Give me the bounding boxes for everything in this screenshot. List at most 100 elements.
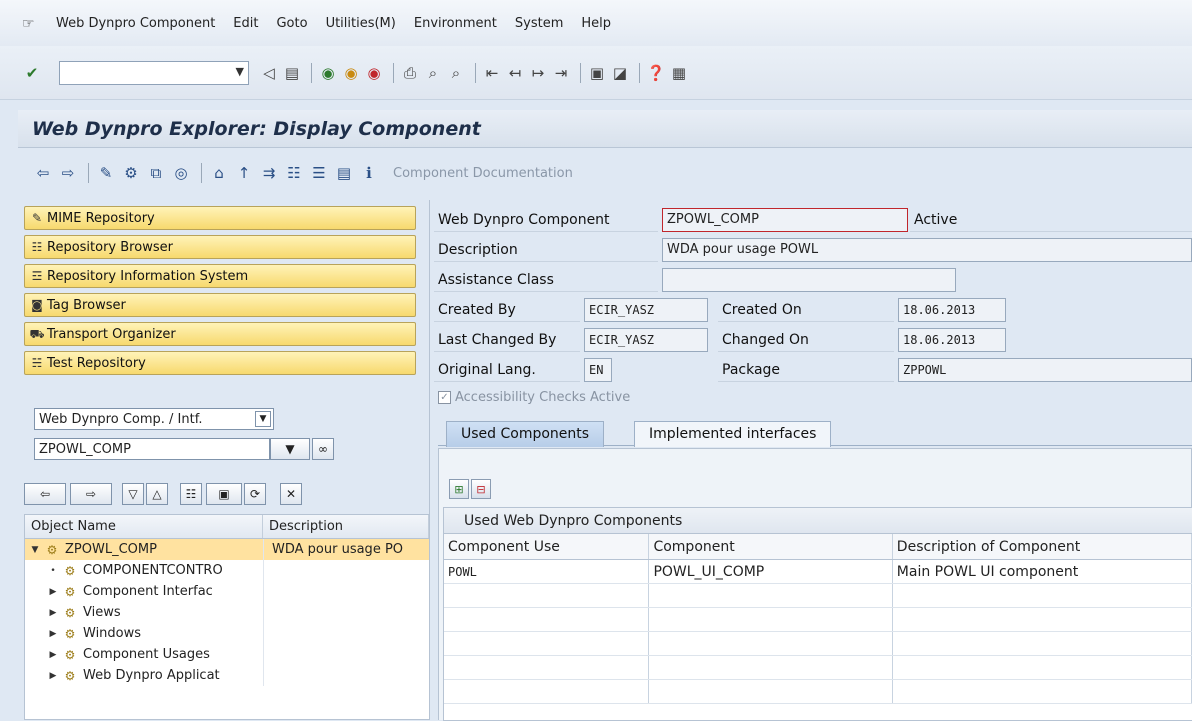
tree-row[interactable]: ▶ ⚙ Windows [25,623,429,644]
pin-icon[interactable]: ↑ [233,162,255,184]
hierarchy-icon[interactable]: ☷ [283,162,305,184]
table-row[interactable] [444,680,1192,704]
tree-node[interactable]: ▶ ⚙ Component Interfac [25,584,263,599]
object-name-input[interactable]: ZPOWL_COMP [34,438,270,460]
list-icon[interactable]: ▤ [333,162,355,184]
tree-row[interactable]: ▼ ⚙ ZPOWL_COMP WDA pour usage PO [25,539,429,560]
object-name-dropdown[interactable]: ▼ [270,438,310,460]
cell-component[interactable]: POWL_UI_COMP [649,560,893,583]
menu-environment[interactable]: Environment [414,16,497,31]
exit-icon[interactable]: ◉ [341,63,361,83]
delete-row-icon[interactable]: ⊟ [471,479,491,499]
menu-system[interactable]: System [515,16,563,31]
tree-node[interactable]: ▶ ⚙ Web Dynpro Applicat [25,668,263,683]
tree-node[interactable]: ▶ ⚙ Views [25,605,263,620]
test-repository-button[interactable]: ☵ Test Repository [24,351,416,375]
tree-row[interactable]: • ⚙ COMPONENTCONTRO [25,560,429,581]
component-field[interactable]: ZPOWL_COMP [662,208,908,232]
print-icon[interactable]: ⎙ [400,63,420,83]
last-page-icon[interactable]: ⇥ [551,63,571,83]
accessibility-checkbox[interactable]: ✓ Accessibility Checks Active [438,390,630,405]
back-nav-icon[interactable]: ◉ [318,63,338,83]
find-next-icon[interactable]: ⌕ [446,63,466,83]
table-row[interactable] [444,656,1192,680]
tree-node[interactable]: ▼ ⚙ ZPOWL_COMP [25,542,263,557]
help-icon[interactable]: ❓ [646,63,666,83]
other-object-icon[interactable]: ⧉ [145,162,167,184]
tree-collapse-button[interactable]: △ [146,483,168,505]
tree-expand-button[interactable]: ▽ [122,483,144,505]
component-documentation-button[interactable]: Component Documentation [393,166,573,181]
table-row[interactable] [444,584,1192,608]
collapsed-twisty-icon[interactable]: ▶ [47,587,59,597]
navigator-icon[interactable]: ⇉ [258,162,280,184]
chevron-down-icon[interactable]: ▼ [236,65,244,78]
mime-repository-button[interactable]: ✎ MIME Repository [24,206,416,230]
tree-row[interactable]: ▶ ⚙ Component Usages [25,644,429,665]
col-component-use[interactable]: Component Use [444,534,650,559]
repository-browser-button[interactable]: ☷ Repository Browser [24,235,416,259]
tree-hierarchy-button[interactable]: ☷ [180,483,202,505]
info-icon[interactable]: ℹ [358,162,380,184]
activate-icon[interactable]: ⚙ [120,162,142,184]
menu-edit[interactable]: Edit [233,16,258,31]
collapsed-twisty-icon[interactable]: ▶ [47,629,59,639]
insert-row-icon[interactable]: ⊞ [449,479,469,499]
menu-utilities[interactable]: Utilities(M) [326,16,396,31]
where-used-icon[interactable]: ⌂ [208,162,230,184]
display-object-button[interactable]: ∞ [312,438,334,460]
tree-row[interactable]: ▶ ⚙ Component Interfac [25,581,429,602]
description-field[interactable]: WDA pour usage POWL [662,238,1192,262]
table-row[interactable] [444,632,1192,656]
customize-icon[interactable]: ▦ [669,63,689,83]
table-row[interactable]: POWL POWL_UI_COMP Main POWL UI component [444,560,1192,584]
save-icon[interactable]: ▤ [282,63,302,83]
tree-layout-button[interactable]: ▣ [206,483,242,505]
find-icon[interactable]: ⌕ [423,63,443,83]
new-session-icon[interactable]: ▣ [587,63,607,83]
col-component[interactable]: Component [649,534,893,559]
collapsed-twisty-icon[interactable]: ▶ [47,650,59,660]
cell-component-use[interactable]: POWL [444,560,650,583]
tab-used-components[interactable]: Used Components [446,421,605,447]
menu-help[interactable]: Help [581,16,611,31]
tree-node[interactable]: ▶ ⚙ Windows [25,626,263,641]
cancel-icon[interactable]: ◉ [364,63,384,83]
assistance-class-field[interactable] [662,268,956,292]
col-description-of-component[interactable]: Description of Component [893,534,1192,559]
tree-forward-button[interactable]: ⇨ [70,483,112,505]
enter-icon[interactable]: ✔ [22,63,42,83]
tag-browser-button[interactable]: ◙ Tag Browser [24,293,416,317]
menu-web-dynpro-component[interactable]: Web Dynpro Component [56,16,215,31]
tree-row[interactable]: ▶ ⚙ Views [25,602,429,623]
prev-page-icon[interactable]: ↤ [505,63,525,83]
command-field[interactable]: ▼ [59,60,249,85]
collapsed-twisty-icon[interactable]: ▶ [47,671,59,681]
forward-arrow-icon[interactable]: ⇨ [57,162,79,184]
test-icon[interactable]: ◎ [170,162,192,184]
tab-implemented-interfaces[interactable]: Implemented interfaces [634,421,832,447]
transport-organizer-button[interactable]: ⛟ Transport Organizer [24,322,416,346]
tree-node[interactable]: ▶ ⚙ Component Usages [25,647,263,662]
menu-goto[interactable]: Goto [276,16,307,31]
first-page-icon[interactable]: ⇤ [482,63,502,83]
expanded-twisty-icon[interactable]: ▼ [29,545,41,555]
changed-by-field[interactable]: ECIR_YASZ [584,328,708,352]
tree-back-button[interactable]: ⇦ [24,483,66,505]
created-by-field[interactable]: ECIR_YASZ [584,298,708,322]
tree-close-button[interactable]: ✕ [280,483,302,505]
leaf-bullet-icon[interactable]: • [47,566,59,576]
tree-refresh-button[interactable]: ⟳ [244,483,266,505]
col-object-name[interactable]: Object Name [25,515,263,538]
changed-on-field[interactable]: 18.06.2013 [898,328,1006,352]
display-change-icon[interactable]: ✎ [95,162,117,184]
collapsed-twisty-icon[interactable]: ▶ [47,608,59,618]
object-type-select[interactable]: Web Dynpro Comp. / Intf. ▼ [34,408,274,430]
cell-description[interactable]: Main POWL UI component [893,560,1192,583]
repository-information-system-button[interactable]: ☲ Repository Information System [24,264,416,288]
next-page-icon[interactable]: ↦ [528,63,548,83]
table-row[interactable] [444,608,1192,632]
tree-row[interactable]: ▶ ⚙ Web Dynpro Applicat [25,665,429,686]
back-icon[interactable]: ◁ [259,63,279,83]
package-field[interactable]: ZPPOWL [898,358,1192,382]
